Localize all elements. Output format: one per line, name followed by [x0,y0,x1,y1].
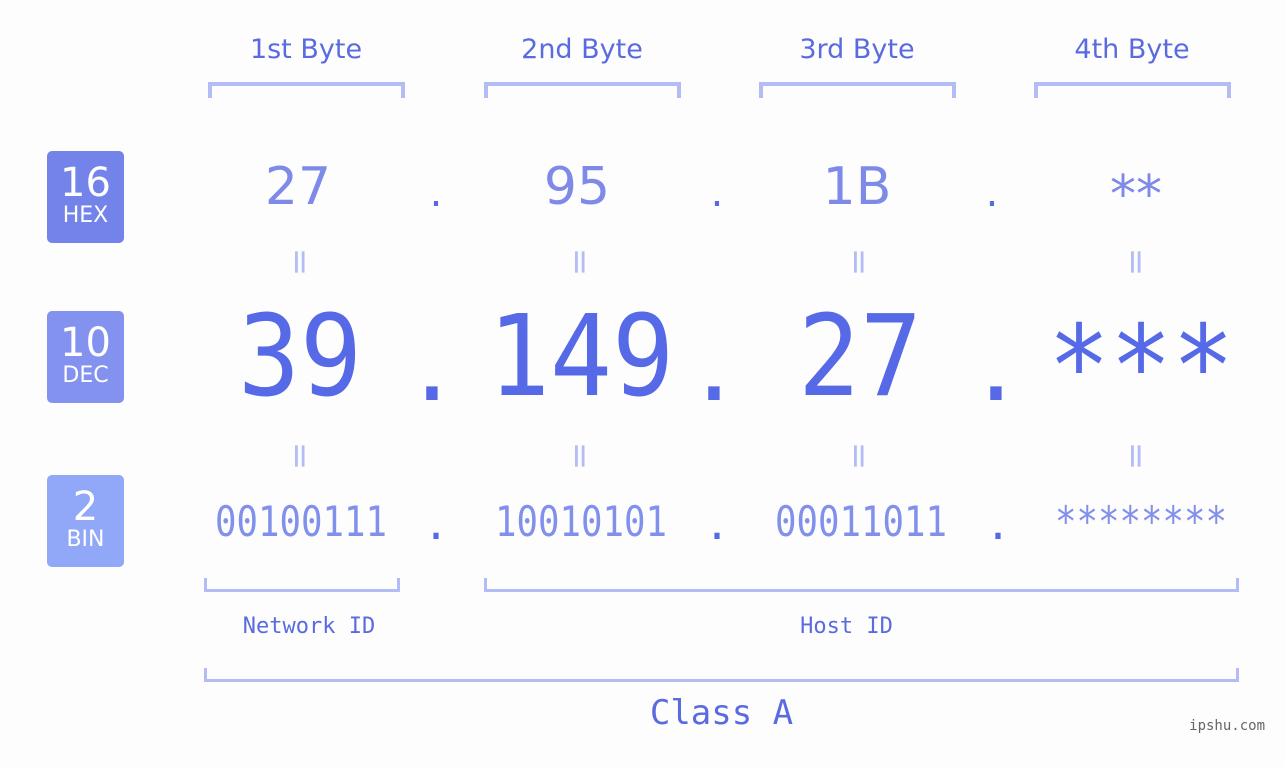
dec-byte-4: *** [1048,302,1235,432]
class-bracket [204,668,1239,682]
dec-byte-3: 27 [797,292,923,422]
hex-byte-3: 1B [822,157,892,217]
equals-icon: = [560,247,600,277]
bin-badge: 2 BIN [47,475,124,567]
host-id-label: Host ID [800,614,893,639]
bin-separator-1: . [423,500,449,549]
bin-byte-1: 00100111 [215,497,387,546]
bin-byte-3: 00011011 [775,497,947,546]
equals-icon: = [1116,247,1156,277]
byte-bracket-2 [484,82,681,98]
dec-byte-1: 39 [237,292,363,422]
byte-label-3: 3rd Byte [799,34,915,65]
bin-separator-3: . [985,500,1011,549]
equals-icon: = [839,247,879,277]
equals-icon: = [1116,441,1156,471]
bin-separator-2: . [704,500,730,549]
hex-base-label: HEX [62,203,109,228]
byte-bracket-4 [1034,82,1231,98]
equals-icon: = [839,441,879,471]
byte-label-4: 4th Byte [1074,34,1190,65]
network-id-label: Network ID [242,614,376,639]
hex-separator-1: . [429,170,443,216]
hex-separator-3: . [985,170,999,216]
host-id-bracket [484,578,1239,592]
equals-icon: = [280,441,320,471]
hex-byte-1: 27 [264,157,332,217]
hex-badge: 16 HEX [47,151,124,243]
class-label: Class A [649,693,794,733]
hex-base-number: 16 [60,160,111,206]
byte-label-2: 2nd Byte [521,34,643,65]
hex-byte-4: ** [1110,165,1162,225]
bin-byte-2: 10010101 [495,497,667,546]
watermark: ipshu.com [1189,718,1265,734]
byte-bracket-1 [208,82,405,98]
dec-base-label: DEC [62,363,109,388]
network-id-bracket [204,578,400,592]
equals-icon: = [280,247,320,277]
hex-separator-2: . [710,170,724,216]
hex-byte-2: 95 [543,157,611,217]
byte-label-1: 1st Byte [249,34,363,65]
dec-base-number: 10 [60,320,111,366]
dec-byte-2: 149 [488,292,675,422]
bin-base-number: 2 [72,484,99,530]
byte-bracket-3 [759,82,956,98]
dec-separator-2: . [696,298,732,426]
dec-separator-1: . [414,298,450,426]
bin-byte-4: ******** [1055,497,1227,546]
dec-separator-3: . [978,298,1014,426]
bin-base-label: BIN [66,527,105,552]
dec-badge: 10 DEC [47,311,124,403]
equals-icon: = [560,441,600,471]
